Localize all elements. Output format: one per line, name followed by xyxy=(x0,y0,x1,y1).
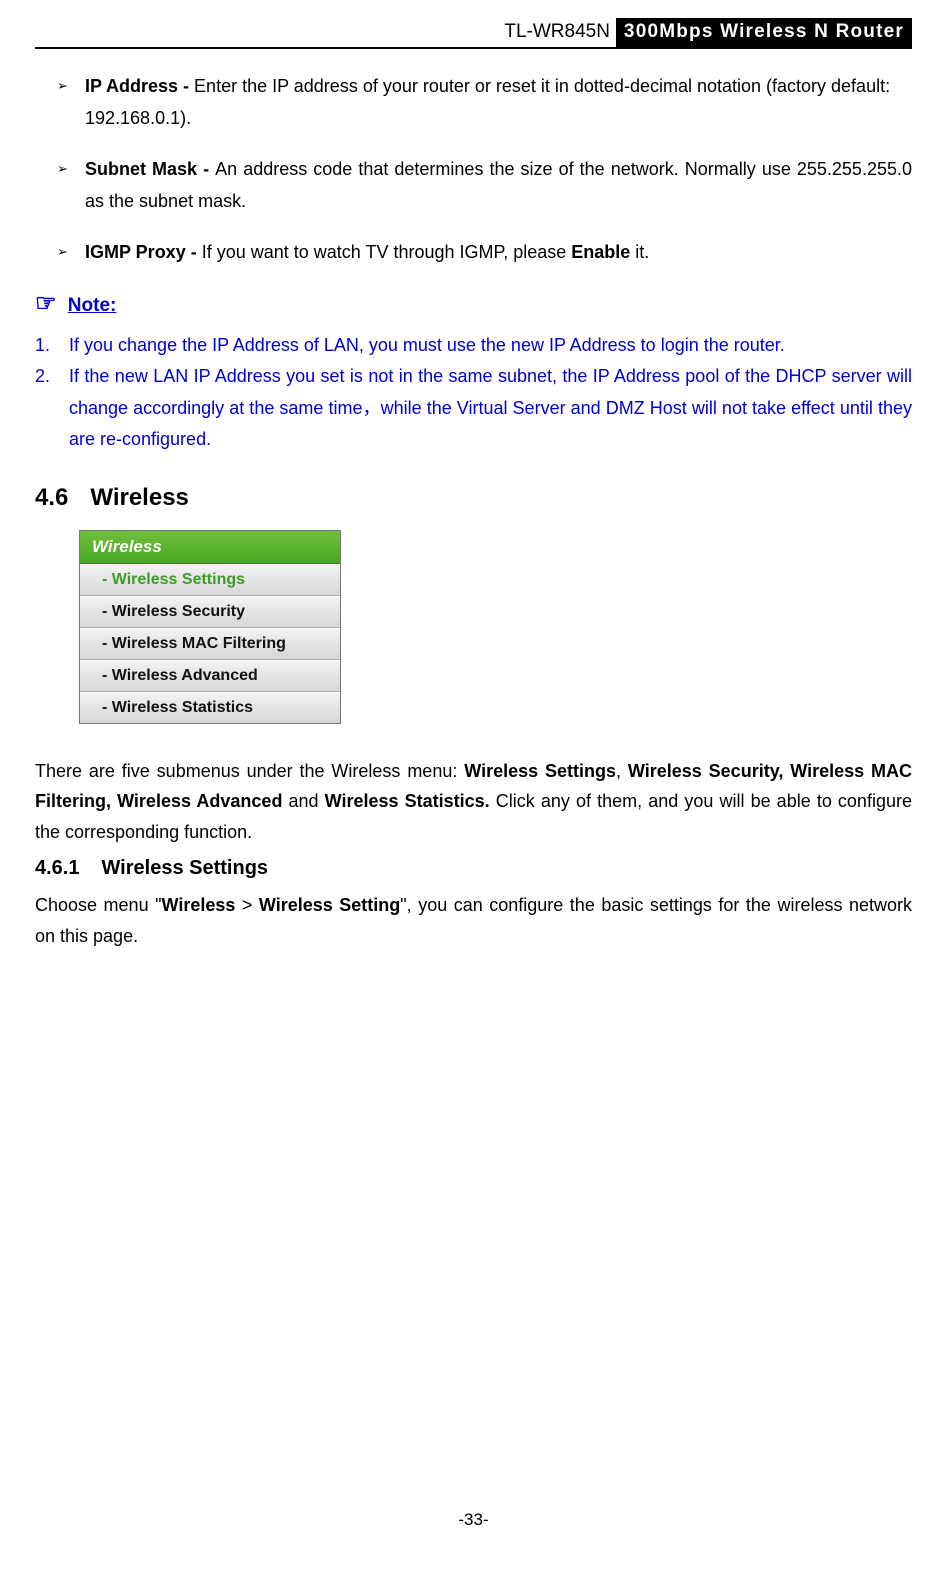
subsection-title: Wireless Settings xyxy=(101,857,268,879)
menu-header[interactable]: Wireless xyxy=(80,531,340,564)
term-label: IP Address - xyxy=(85,76,194,96)
para-bold: Wireless Setting xyxy=(259,895,400,915)
header-title: 300Mbps Wireless N Router xyxy=(616,18,912,47)
note-heading: ☞ Note: xyxy=(35,289,912,318)
para-bold: Wireless xyxy=(161,895,235,915)
term-text: Enter the IP address of your router or r… xyxy=(85,76,890,128)
term-text: If you want to watch TV through IGMP, pl… xyxy=(202,242,572,262)
para-text: , xyxy=(616,761,628,781)
page-number: -33- xyxy=(35,1510,912,1530)
para-bold: Wireless Settings xyxy=(464,761,616,781)
note-item: 2. If the new LAN IP Address you set is n… xyxy=(35,361,912,456)
term-label: Subnet Mask - xyxy=(85,159,215,179)
submenu-paragraph: There are five submenus under the Wirele… xyxy=(35,756,912,848)
para-text: > xyxy=(235,895,259,915)
note-item: 1. If you change the IP Address of LAN, y… xyxy=(35,330,912,362)
page-header: TL-WR845N 300Mbps Wireless N Router xyxy=(35,18,912,49)
menu-item-wireless-mac-filtering[interactable]: - Wireless MAC Filtering xyxy=(80,628,340,660)
header-model: TL-WR845N xyxy=(502,18,616,47)
list-item: ➢ Subnet Mask - An address code that det… xyxy=(57,154,912,217)
pointing-hand-icon: ☞ xyxy=(35,290,57,317)
section-title: Wireless xyxy=(90,484,189,511)
triangle-bullet-icon: ➢ xyxy=(57,75,68,98)
note-list: 1. If you change the IP Address of LAN, y… xyxy=(35,330,912,456)
sidebar-menu: Wireless - Wireless Settings - Wireless … xyxy=(79,530,341,724)
term-bold: Enable xyxy=(571,242,630,262)
list-item: ➢ IGMP Proxy - If you want to watch TV t… xyxy=(57,237,912,269)
menu-item-wireless-settings[interactable]: - Wireless Settings xyxy=(80,564,340,596)
triangle-bullet-icon: ➢ xyxy=(57,158,68,181)
para-text: There are five submenus under the Wirele… xyxy=(35,761,464,781)
menu-item-wireless-security[interactable]: - Wireless Security xyxy=(80,596,340,628)
subsection-heading: 4.6.1 Wireless Settings xyxy=(35,857,912,880)
section-heading: 4.6 Wireless xyxy=(35,484,912,512)
term-text: it. xyxy=(630,242,649,262)
note-number: 1. xyxy=(35,330,50,362)
section-number: 4.6 xyxy=(35,484,68,512)
definition-list: ➢ IP Address - Enter the IP address of y… xyxy=(35,71,912,269)
note-number: 2. xyxy=(35,361,50,393)
triangle-bullet-icon: ➢ xyxy=(57,241,68,264)
para-text: and xyxy=(282,791,324,811)
term-label: IGMP Proxy - xyxy=(85,242,202,262)
list-item: ➢ IP Address - Enter the IP address of y… xyxy=(57,71,912,134)
para-bold: Wireless Statistics. xyxy=(325,791,490,811)
subsection-paragraph: Choose menu "Wireless > Wireless Setting… xyxy=(35,890,912,951)
note-label: Note: xyxy=(68,295,117,316)
menu-item-wireless-statistics[interactable]: - Wireless Statistics xyxy=(80,692,340,723)
subsection-number: 4.6.1 xyxy=(35,857,79,880)
para-text: Choose menu " xyxy=(35,895,161,915)
menu-item-wireless-advanced[interactable]: - Wireless Advanced xyxy=(80,660,340,692)
note-text: If you change the IP Address of LAN, you… xyxy=(69,335,785,355)
note-text: If the new LAN IP Address you set is not… xyxy=(69,366,912,449)
